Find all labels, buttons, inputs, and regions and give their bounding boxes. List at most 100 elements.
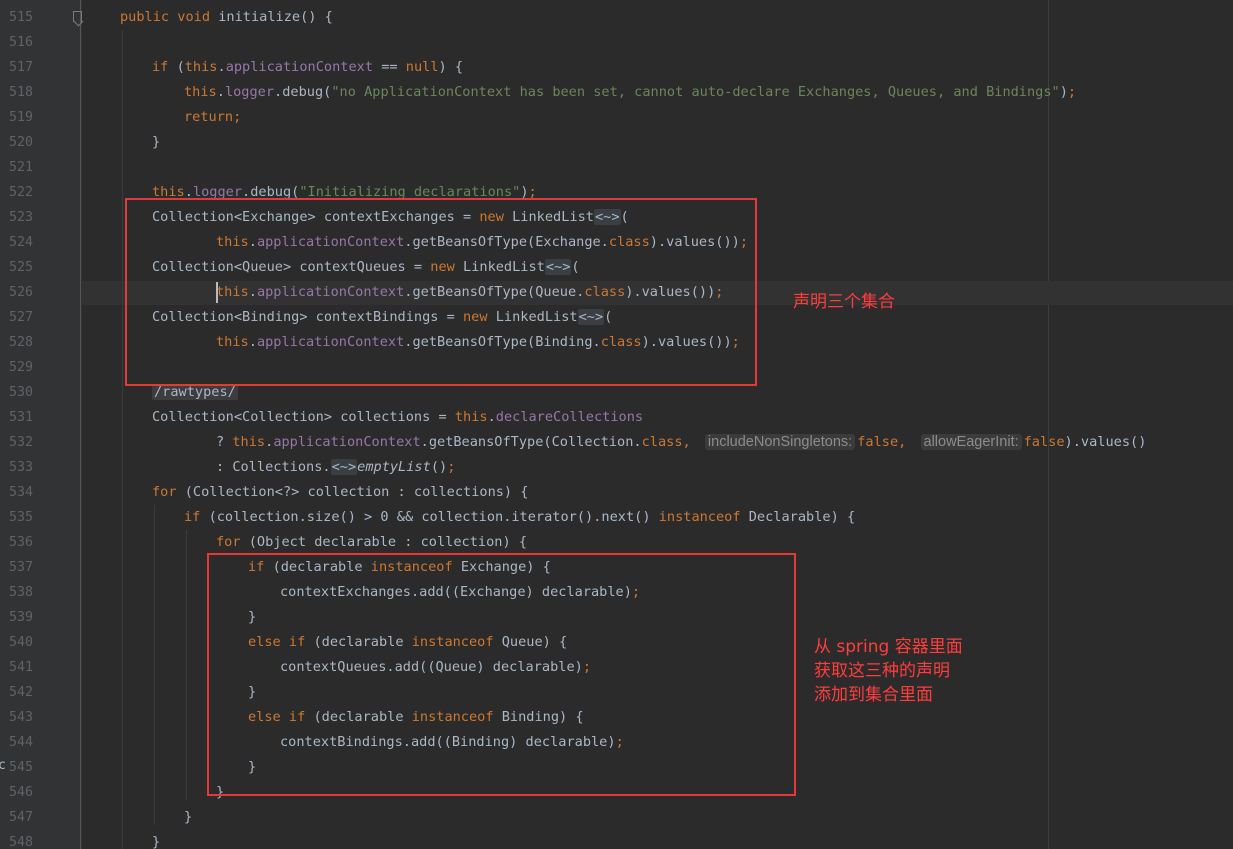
code-token: ).values() bbox=[1064, 434, 1147, 450]
code-editor[interactable]: c 515 public void initialize() {516 517 if … bbox=[0, 0, 1233, 849]
line-number: 542 bbox=[9, 685, 34, 700]
code-line[interactable]: 520} bbox=[0, 130, 1233, 155]
code-token: for bbox=[216, 534, 249, 550]
code-token: } bbox=[184, 809, 193, 825]
code-line[interactable]: 533 : Collections.<~>emptyList(); bbox=[0, 455, 1233, 480]
code-text: ? this.applicationContext.getBeansOfType… bbox=[216, 433, 1146, 452]
code-token: (Object declarable : collection) { bbox=[248, 534, 528, 550]
code-token: applicationContext bbox=[273, 434, 421, 450]
line-number: 548 bbox=[9, 835, 34, 849]
line-number: 521 bbox=[9, 160, 34, 175]
code-token: initialize bbox=[218, 9, 301, 25]
code-text: for (Collection<?> collection : collecti… bbox=[152, 483, 528, 502]
annotation-box-fetch bbox=[207, 553, 796, 796]
code-text: } bbox=[152, 133, 160, 152]
line-number: 519 bbox=[9, 110, 34, 125]
code-token: if bbox=[184, 509, 209, 525]
line-number: 515 bbox=[9, 10, 34, 25]
code-text: Collection<Collection> collections = thi… bbox=[152, 408, 643, 427]
code-line[interactable]: 534 for (Collection<?> collection : colle… bbox=[0, 480, 1233, 505]
code-token: .debug( bbox=[274, 84, 332, 100]
code-token: ; bbox=[1067, 84, 1077, 100]
code-token: . bbox=[216, 84, 225, 100]
folded-comment[interactable]: /rawtypes/ bbox=[152, 384, 238, 400]
code-text: for (Object declarable : collection) { bbox=[216, 533, 527, 552]
code-token: applicationContext bbox=[225, 59, 374, 75]
line-number: 523 bbox=[9, 210, 34, 225]
code-token: ( bbox=[176, 59, 185, 75]
code-token: instanceof bbox=[658, 509, 749, 525]
code-line[interactable]: 516 bbox=[0, 30, 1233, 55]
code-text: return; bbox=[184, 108, 241, 127]
line-number: 520 bbox=[9, 135, 34, 150]
line-number: 534 bbox=[9, 485, 34, 500]
code-line[interactable]: 532 ? this.applicationContext.getBeansOfT… bbox=[0, 430, 1233, 455]
code-token: if bbox=[152, 59, 177, 75]
line-number: 546 bbox=[9, 785, 34, 800]
code-text: } bbox=[184, 808, 192, 827]
code-text: : Collections.<~>emptyList(); bbox=[216, 458, 455, 477]
code-token: (Collection<?> collection : collections)… bbox=[184, 484, 529, 500]
line-number: 533 bbox=[9, 460, 34, 475]
code-text: if (this.applicationContext == null) { bbox=[152, 58, 463, 77]
code-line[interactable]: 518 this.logger.debug("no ApplicationCont… bbox=[0, 80, 1233, 105]
line-number: 532 bbox=[9, 435, 34, 450]
code-text: } bbox=[152, 833, 160, 849]
code-line[interactable]: 548} bbox=[0, 830, 1233, 849]
line-number: 547 bbox=[9, 810, 34, 825]
code-token: } bbox=[152, 134, 161, 150]
line-number: 524 bbox=[9, 235, 34, 250]
code-token: this bbox=[232, 434, 266, 450]
code-text: if (collection.size() > 0 && collection.… bbox=[184, 508, 855, 527]
code-token: this bbox=[184, 84, 217, 100]
line-number: 526 bbox=[9, 285, 34, 300]
line-number: 536 bbox=[9, 535, 34, 550]
code-token: ; bbox=[233, 109, 242, 125]
code-token: for bbox=[152, 484, 185, 500]
code-text: public void initialize() { bbox=[120, 8, 333, 27]
parameter-hint: includeNonSingletons: bbox=[704, 434, 856, 450]
code-token: , bbox=[682, 434, 699, 450]
code-token: public void bbox=[120, 9, 219, 25]
code-line[interactable]: 519 return; bbox=[0, 105, 1233, 130]
code-token: Declarable) { bbox=[748, 509, 856, 525]
line-number: 518 bbox=[9, 85, 34, 100]
code-token: null bbox=[405, 59, 439, 75]
code-token: return bbox=[184, 109, 234, 125]
line-number: 535 bbox=[9, 510, 34, 525]
code-token: declareCollections bbox=[495, 409, 644, 425]
line-number: 531 bbox=[9, 410, 34, 425]
line-number: 544 bbox=[9, 735, 34, 750]
code-token: class bbox=[641, 434, 683, 450]
code-line[interactable]: 547} bbox=[0, 805, 1233, 830]
code-token: false bbox=[857, 434, 899, 450]
annotation-text-fetch: 从 spring 容器里面 获取这三种的声明 添加到集合里面 bbox=[814, 637, 963, 705]
code-token: ? bbox=[216, 434, 233, 450]
line-number: 525 bbox=[9, 260, 34, 275]
code-token: Collection<Collection> collections = bbox=[152, 409, 455, 425]
code-token: this bbox=[184, 59, 218, 75]
code-line[interactable]: 515 public void initialize() { bbox=[0, 5, 1233, 30]
code-token: ) bbox=[1059, 84, 1068, 100]
line-number: 539 bbox=[9, 610, 34, 625]
code-token: false bbox=[1023, 434, 1065, 450]
code-token: emptyList bbox=[357, 459, 431, 475]
code-token: , bbox=[898, 434, 915, 450]
line-number: 517 bbox=[9, 60, 34, 75]
code-token: .getBeansOfType(Collection. bbox=[420, 434, 642, 450]
code-line[interactable]: 517 if (this.applicationContext == null) … bbox=[0, 55, 1233, 80]
line-number: 545 bbox=[9, 760, 34, 775]
code-line[interactable]: 535 if (collection.size() > 0 && collecti… bbox=[0, 505, 1233, 530]
code-token: } bbox=[152, 834, 161, 849]
string-literal: "no ApplicationContext has been set, can… bbox=[331, 84, 1060, 100]
code-line[interactable]: 531 Collection<Collection> collections = … bbox=[0, 405, 1233, 430]
annotation-text-declare: 声明三个集合 bbox=[793, 292, 895, 312]
code-token: . bbox=[487, 409, 496, 425]
code-text: this.logger.debug("no ApplicationContext… bbox=[184, 83, 1076, 102]
folded-generic[interactable]: <~> bbox=[330, 459, 358, 475]
line-number: 541 bbox=[9, 660, 34, 675]
code-line[interactable]: 521 bbox=[0, 155, 1233, 180]
code-line[interactable]: 536 for (Object declarable : collection) … bbox=[0, 530, 1233, 555]
line-number: 530 bbox=[9, 385, 34, 400]
parameter-hint: allowEagerInit: bbox=[920, 434, 1022, 450]
